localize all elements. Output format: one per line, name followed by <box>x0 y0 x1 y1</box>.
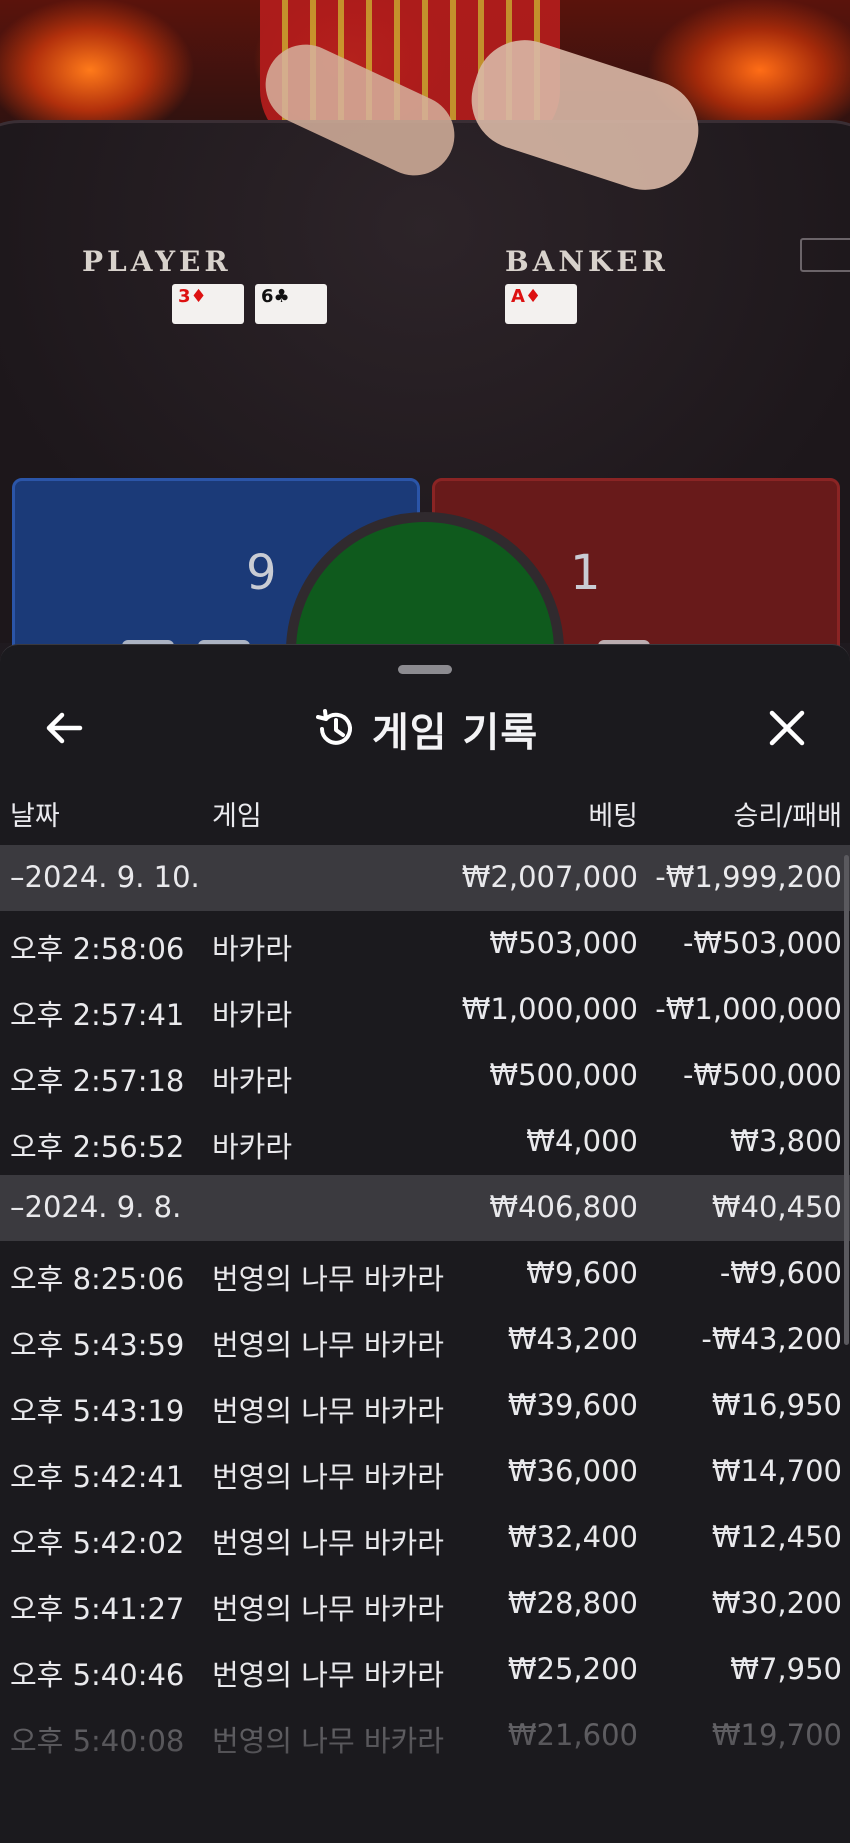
close-icon <box>769 710 805 746</box>
player-area-label: PLAYER <box>82 245 232 278</box>
row-result: -₩500,000 <box>682 1058 842 1092</box>
banker-area-label: BANKER <box>505 245 669 278</box>
row-bet: ₩1,000,000 <box>461 992 638 1026</box>
group-date: –2024. 9. 10. <box>10 860 200 894</box>
row-time: 오후 5:42:41 <box>10 1460 185 1494</box>
back-arrow-icon <box>46 712 83 744</box>
row-time: 오후 5:43:19 <box>10 1394 185 1428</box>
row-bet: ₩503,000 <box>489 926 638 960</box>
row-game: 번영의 나무 바카라 <box>212 1460 444 1494</box>
row-result: ₩30,200 <box>711 1586 842 1620</box>
row-result: ₩7,950 <box>730 1652 842 1686</box>
row-bet: ₩500,000 <box>489 1058 638 1092</box>
scrollbar[interactable] <box>844 855 849 1345</box>
row-game: 번영의 나무 바카라 <box>212 1724 444 1758</box>
row-game: 바카라 <box>212 1130 293 1164</box>
row-bet: ₩32,400 <box>507 1520 638 1554</box>
group-bet-total: ₩406,800 <box>489 1190 638 1224</box>
date-group-row[interactable]: –2024. 9. 8. ₩406,800 ₩40,450 <box>0 1175 850 1241</box>
group-bet-total: ₩2,007,000 <box>461 860 638 894</box>
row-game: 번영의 나무 바카라 <box>212 1526 444 1560</box>
row-game: 바카라 <box>212 932 293 966</box>
history-row[interactable]: 오후 2:57:41 바카라 ₩1,000,000 -₩1,000,000 <box>0 977 850 1043</box>
history-row[interactable]: 오후 5:43:19 번영의 나무 바카라 ₩39,600 ₩16,950 <box>0 1373 850 1439</box>
row-bet: ₩39,600 <box>507 1388 638 1422</box>
history-row[interactable]: 오후 2:56:52 바카라 ₩4,000 ₩3,800 <box>0 1109 850 1175</box>
row-result: -₩9,600 <box>719 1256 842 1290</box>
row-bet: ₩36,000 <box>507 1454 638 1488</box>
row-bet: ₩43,200 <box>507 1322 638 1356</box>
row-bet: ₩4,000 <box>526 1124 638 1158</box>
row-time: 오후 5:40:46 <box>10 1658 185 1692</box>
row-game: 번영의 나무 바카라 <box>212 1658 444 1692</box>
row-bet: ₩25,200 <box>507 1652 638 1686</box>
row-time: 오후 5:43:59 <box>10 1328 185 1362</box>
row-game: 바카라 <box>212 998 293 1032</box>
group-result-total: -₩1,999,200 <box>655 860 842 894</box>
live-game-video: PLAYER BANKER 3♦ 6♣ A♦ 9 1 <box>0 0 850 680</box>
history-icon <box>316 709 352 745</box>
history-row[interactable]: 오후 5:42:41 번영의 나무 바카라 ₩36,000 ₩14,700 <box>0 1439 850 1505</box>
row-game: 바카라 <box>212 1064 293 1098</box>
history-list: –2024. 9. 10. ₩2,007,000 -₩1,999,200 오후 … <box>0 845 850 1769</box>
column-header-game: 게임 <box>212 801 262 832</box>
history-row[interactable]: 오후 5:40:08 번영의 나무 바카라 ₩21,600 ₩19,700 <box>0 1703 850 1769</box>
history-row[interactable]: 오후 5:42:02 번영의 나무 바카라 ₩32,400 ₩12,450 <box>0 1505 850 1571</box>
history-row[interactable]: 오후 2:57:18 바카라 ₩500,000 -₩500,000 <box>0 1043 850 1109</box>
banker-card-1: A♦ <box>505 284 577 324</box>
row-result: -₩1,000,000 <box>655 992 842 1026</box>
history-row[interactable]: 오후 8:25:06 번영의 나무 바카라 ₩9,600 -₩9,600 <box>0 1241 850 1307</box>
history-row[interactable]: 오후 5:41:27 번영의 나무 바카라 ₩28,800 ₩30,200 <box>0 1571 850 1637</box>
history-row[interactable]: 오후 2:58:06 바카라 ₩503,000 -₩503,000 <box>0 911 850 977</box>
row-result: ₩19,700 <box>711 1718 842 1752</box>
row-time: 오후 2:58:06 <box>10 932 185 966</box>
row-time: 오후 5:42:02 <box>10 1526 185 1560</box>
row-result: ₩16,950 <box>711 1388 842 1422</box>
row-result: ₩3,800 <box>730 1124 842 1158</box>
row-result: ₩12,450 <box>711 1520 842 1554</box>
row-result: -₩43,200 <box>701 1322 842 1356</box>
row-game: 번영의 나무 바카라 <box>212 1592 444 1626</box>
row-time: 오후 2:57:18 <box>10 1064 185 1098</box>
card-shoe <box>800 238 850 272</box>
banker-score: 1 <box>570 545 601 601</box>
player-card-1: 3♦ <box>172 284 244 324</box>
back-button[interactable] <box>40 703 90 753</box>
row-time: 오후 8:25:06 <box>10 1262 185 1296</box>
row-time: 오후 2:56:52 <box>10 1130 185 1164</box>
column-header-result: 승리/패배 <box>733 801 842 832</box>
row-bet: ₩9,600 <box>526 1256 638 1290</box>
row-time: 오후 5:40:08 <box>10 1724 185 1758</box>
row-bet: ₩28,800 <box>507 1586 638 1620</box>
column-header-date: 날짜 <box>10 801 60 832</box>
history-row[interactable]: 오후 5:43:59 번영의 나무 바카라 ₩43,200 -₩43,200 <box>0 1307 850 1373</box>
row-game: 번영의 나무 바카라 <box>212 1394 444 1428</box>
row-time: 오후 2:57:41 <box>10 998 185 1032</box>
group-result-total: ₩40,450 <box>711 1190 842 1224</box>
group-date: –2024. 9. 8. <box>10 1190 182 1224</box>
row-time: 오후 5:41:27 <box>10 1592 185 1626</box>
player-score: 9 <box>246 545 277 601</box>
row-bet: ₩21,600 <box>507 1718 638 1752</box>
close-button[interactable] <box>762 703 812 753</box>
row-game: 번영의 나무 바카라 <box>212 1328 444 1362</box>
drag-handle[interactable] <box>398 665 452 674</box>
sheet-header: 게임 기록 <box>0 685 850 785</box>
player-card-2: 6♣ <box>255 284 327 324</box>
row-result: ₩14,700 <box>711 1454 842 1488</box>
column-header-bet: 베팅 <box>588 801 638 832</box>
history-row[interactable]: 오후 5:40:46 번영의 나무 바카라 ₩25,200 ₩7,950 <box>0 1637 850 1703</box>
date-group-row[interactable]: –2024. 9. 10. ₩2,007,000 -₩1,999,200 <box>0 845 850 911</box>
sheet-title: 게임 기록 <box>372 710 539 756</box>
game-history-sheet: 게임 기록 날짜 게임 베팅 승리/패배 –2024. 9. 10. ₩2,00… <box>0 644 850 1843</box>
row-result: -₩503,000 <box>682 926 842 960</box>
sheet-title-group: 게임 기록 <box>314 701 538 757</box>
row-game: 번영의 나무 바카라 <box>212 1262 444 1296</box>
